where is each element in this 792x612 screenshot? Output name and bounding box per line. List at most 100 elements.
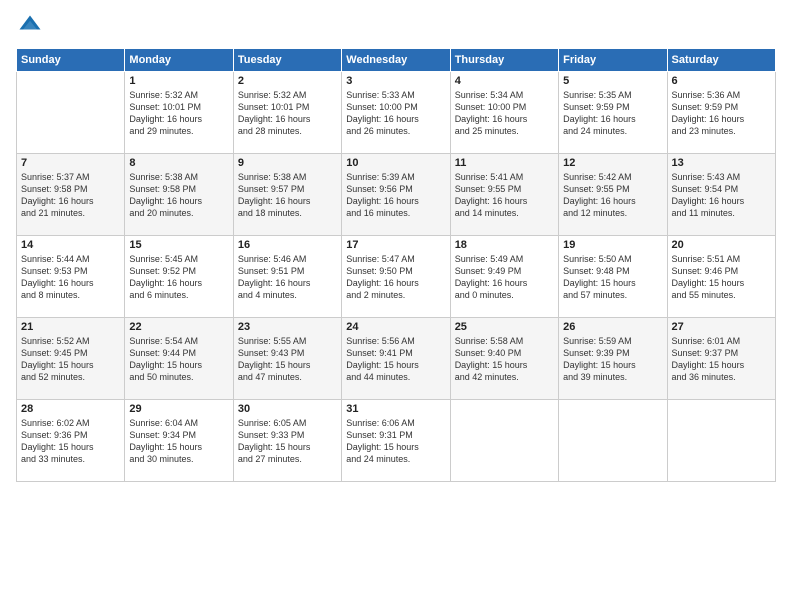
day-info: Sunrise: 5:36 AM Sunset: 9:59 PM Dayligh… xyxy=(672,89,771,138)
day-info: Sunrise: 5:42 AM Sunset: 9:55 PM Dayligh… xyxy=(563,171,662,220)
day-number: 12 xyxy=(563,157,662,169)
calendar-cell xyxy=(450,400,558,482)
day-info: Sunrise: 5:44 AM Sunset: 9:53 PM Dayligh… xyxy=(21,253,120,302)
day-number: 10 xyxy=(346,157,445,169)
calendar-cell xyxy=(559,400,667,482)
day-info: Sunrise: 5:50 AM Sunset: 9:48 PM Dayligh… xyxy=(563,253,662,302)
weekday-header-thursday: Thursday xyxy=(450,49,558,72)
day-number: 13 xyxy=(672,157,771,169)
day-info: Sunrise: 5:43 AM Sunset: 9:54 PM Dayligh… xyxy=(672,171,771,220)
day-number: 29 xyxy=(129,403,228,415)
calendar-cell: 6 Sunrise: 5:36 AM Sunset: 9:59 PM Daylig… xyxy=(667,72,775,154)
day-info: Sunrise: 5:58 AM Sunset: 9:40 PM Dayligh… xyxy=(455,335,554,384)
day-info: Sunrise: 5:52 AM Sunset: 9:45 PM Dayligh… xyxy=(21,335,120,384)
day-info: Sunrise: 5:51 AM Sunset: 9:46 PM Dayligh… xyxy=(672,253,771,302)
weekday-header-sunday: Sunday xyxy=(17,49,125,72)
day-info: Sunrise: 5:55 AM Sunset: 9:43 PM Dayligh… xyxy=(238,335,337,384)
day-number: 5 xyxy=(563,75,662,87)
calendar-cell: 15 Sunrise: 5:45 AM Sunset: 9:52 PM Dayli… xyxy=(125,236,233,318)
week-row-4: 21 Sunrise: 5:52 AM Sunset: 9:45 PM Dayli… xyxy=(17,318,776,400)
day-number: 30 xyxy=(238,403,337,415)
day-number: 11 xyxy=(455,157,554,169)
day-info: Sunrise: 5:46 AM Sunset: 9:51 PM Dayligh… xyxy=(238,253,337,302)
day-info: Sunrise: 5:56 AM Sunset: 9:41 PM Dayligh… xyxy=(346,335,445,384)
day-number: 24 xyxy=(346,321,445,333)
calendar-cell: 24 Sunrise: 5:56 AM Sunset: 9:41 PM Dayli… xyxy=(342,318,450,400)
calendar-cell: 11 Sunrise: 5:41 AM Sunset: 9:55 PM Dayli… xyxy=(450,154,558,236)
day-number: 22 xyxy=(129,321,228,333)
day-info: Sunrise: 5:38 AM Sunset: 9:58 PM Dayligh… xyxy=(129,171,228,220)
day-number: 1 xyxy=(129,75,228,87)
day-number: 9 xyxy=(238,157,337,169)
calendar-cell: 23 Sunrise: 5:55 AM Sunset: 9:43 PM Dayli… xyxy=(233,318,341,400)
day-number: 21 xyxy=(21,321,120,333)
week-row-3: 14 Sunrise: 5:44 AM Sunset: 9:53 PM Dayli… xyxy=(17,236,776,318)
calendar-cell: 12 Sunrise: 5:42 AM Sunset: 9:55 PM Dayli… xyxy=(559,154,667,236)
day-number: 8 xyxy=(129,157,228,169)
day-info: Sunrise: 5:47 AM Sunset: 9:50 PM Dayligh… xyxy=(346,253,445,302)
calendar-cell: 22 Sunrise: 5:54 AM Sunset: 9:44 PM Dayli… xyxy=(125,318,233,400)
calendar-cell: 9 Sunrise: 5:38 AM Sunset: 9:57 PM Daylig… xyxy=(233,154,341,236)
calendar-cell: 27Sunrise: 6:01 AM Sunset: 9:37 PM Dayli… xyxy=(667,318,775,400)
calendar-cell: 29Sunrise: 6:04 AM Sunset: 9:34 PM Dayli… xyxy=(125,400,233,482)
calendar-cell: 1 Sunrise: 5:32 AM Sunset: 10:01 PM Dayli… xyxy=(125,72,233,154)
logo xyxy=(16,12,48,40)
day-info: Sunrise: 5:38 AM Sunset: 9:57 PM Dayligh… xyxy=(238,171,337,220)
calendar-cell: 28Sunrise: 6:02 AM Sunset: 9:36 PM Dayli… xyxy=(17,400,125,482)
calendar-cell: 4 Sunrise: 5:34 AM Sunset: 10:00 PM Dayli… xyxy=(450,72,558,154)
day-number: 14 xyxy=(21,239,120,251)
calendar-cell: 10 Sunrise: 5:39 AM Sunset: 9:56 PM Dayli… xyxy=(342,154,450,236)
day-number: 15 xyxy=(129,239,228,251)
calendar-cell: 2 Sunrise: 5:32 AM Sunset: 10:01 PM Dayli… xyxy=(233,72,341,154)
weekday-header-friday: Friday xyxy=(559,49,667,72)
day-number: 23 xyxy=(238,321,337,333)
day-info: Sunrise: 6:05 AM Sunset: 9:33 PM Dayligh… xyxy=(238,417,337,466)
calendar-cell: 18 Sunrise: 5:49 AM Sunset: 9:49 PM Dayli… xyxy=(450,236,558,318)
day-number: 25 xyxy=(455,321,554,333)
day-info: Sunrise: 5:32 AM Sunset: 10:01 PM Daylig… xyxy=(129,89,228,138)
calendar-cell: 16 Sunrise: 5:46 AM Sunset: 9:51 PM Dayli… xyxy=(233,236,341,318)
week-row-2: 7Sunrise: 5:37 AM Sunset: 9:58 PM Daylig… xyxy=(17,154,776,236)
calendar-cell: 13 Sunrise: 5:43 AM Sunset: 9:54 PM Dayli… xyxy=(667,154,775,236)
weekday-header-saturday: Saturday xyxy=(667,49,775,72)
calendar-cell: 20 Sunrise: 5:51 AM Sunset: 9:46 PM Dayli… xyxy=(667,236,775,318)
day-number: 31 xyxy=(346,403,445,415)
day-number: 16 xyxy=(238,239,337,251)
day-info: Sunrise: 5:54 AM Sunset: 9:44 PM Dayligh… xyxy=(129,335,228,384)
calendar-cell: 21 Sunrise: 5:52 AM Sunset: 9:45 PM Dayli… xyxy=(17,318,125,400)
day-number: 4 xyxy=(455,75,554,87)
calendar-cell: 17Sunrise: 5:47 AM Sunset: 9:50 PM Dayli… xyxy=(342,236,450,318)
day-info: Sunrise: 5:39 AM Sunset: 9:56 PM Dayligh… xyxy=(346,171,445,220)
day-info: Sunrise: 6:06 AM Sunset: 9:31 PM Dayligh… xyxy=(346,417,445,466)
day-info: Sunrise: 5:41 AM Sunset: 9:55 PM Dayligh… xyxy=(455,171,554,220)
day-info: Sunrise: 5:49 AM Sunset: 9:49 PM Dayligh… xyxy=(455,253,554,302)
day-info: Sunrise: 6:02 AM Sunset: 9:36 PM Dayligh… xyxy=(21,417,120,466)
week-row-5: 28Sunrise: 6:02 AM Sunset: 9:36 PM Dayli… xyxy=(17,400,776,482)
calendar-cell: 25 Sunrise: 5:58 AM Sunset: 9:40 PM Dayli… xyxy=(450,318,558,400)
calendar-cell xyxy=(667,400,775,482)
calendar-cell: 19 Sunrise: 5:50 AM Sunset: 9:48 PM Dayli… xyxy=(559,236,667,318)
day-number: 19 xyxy=(563,239,662,251)
day-info: Sunrise: 5:34 AM Sunset: 10:00 PM Daylig… xyxy=(455,89,554,138)
header xyxy=(16,12,776,40)
day-number: 18 xyxy=(455,239,554,251)
weekday-header-monday: Monday xyxy=(125,49,233,72)
calendar-cell: 5Sunrise: 5:35 AM Sunset: 9:59 PM Daylig… xyxy=(559,72,667,154)
week-row-1: 1 Sunrise: 5:32 AM Sunset: 10:01 PM Dayli… xyxy=(17,72,776,154)
day-info: Sunrise: 5:45 AM Sunset: 9:52 PM Dayligh… xyxy=(129,253,228,302)
day-number: 2 xyxy=(238,75,337,87)
day-number: 6 xyxy=(672,75,771,87)
weekday-header-row: SundayMondayTuesdayWednesdayThursdayFrid… xyxy=(17,49,776,72)
weekday-header-wednesday: Wednesday xyxy=(342,49,450,72)
calendar-table: SundayMondayTuesdayWednesdayThursdayFrid… xyxy=(16,48,776,482)
calendar-cell: 8 Sunrise: 5:38 AM Sunset: 9:58 PM Daylig… xyxy=(125,154,233,236)
day-info: Sunrise: 5:32 AM Sunset: 10:01 PM Daylig… xyxy=(238,89,337,138)
calendar-page: SundayMondayTuesdayWednesdayThursdayFrid… xyxy=(0,0,792,612)
day-number: 7 xyxy=(21,157,120,169)
weekday-header-tuesday: Tuesday xyxy=(233,49,341,72)
day-number: 27 xyxy=(672,321,771,333)
day-number: 3 xyxy=(346,75,445,87)
calendar-cell: 31 Sunrise: 6:06 AM Sunset: 9:31 PM Dayli… xyxy=(342,400,450,482)
day-info: Sunrise: 5:33 AM Sunset: 10:00 PM Daylig… xyxy=(346,89,445,138)
day-number: 20 xyxy=(672,239,771,251)
